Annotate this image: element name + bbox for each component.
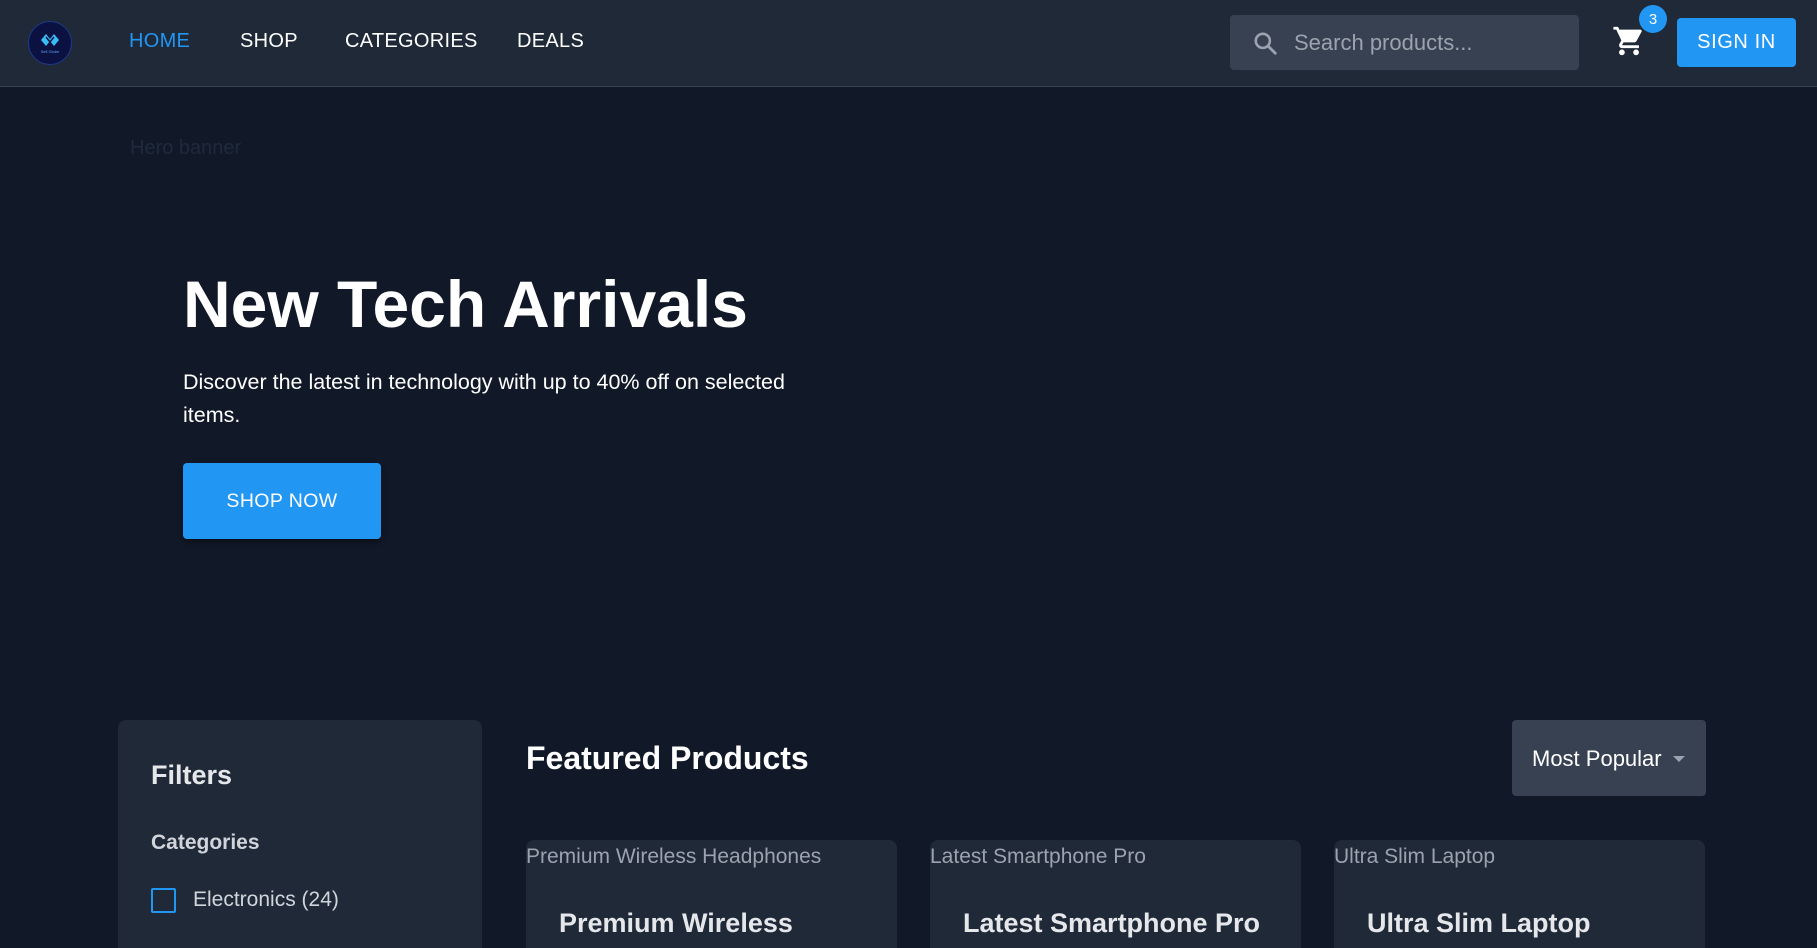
product-image-alt-text: Ultra Slim Laptop	[1334, 845, 1496, 868]
filter-category-electronics[interactable]: Electronics (24)	[151, 886, 339, 914]
nav-deals-link[interactable]: DEALS	[517, 30, 584, 53]
cart-count-badge: 3	[1639, 5, 1667, 33]
cart-button[interactable]	[1612, 24, 1646, 58]
brand-logo[interactable]: Sell Globe	[28, 21, 72, 65]
product-title: Premium Wireless	[559, 908, 793, 938]
product-card[interactable]: Premium Wireless Headphones Premium Wire…	[526, 840, 897, 948]
sort-selected-value: Most Popular	[1532, 746, 1662, 771]
featured-products-heading: Featured Products	[526, 740, 809, 776]
product-image-alt-text: Premium Wireless Headphones	[526, 845, 822, 868]
product-image-alt-text: Latest Smartphone Pro	[930, 845, 1146, 868]
hero-image-alt-text: Hero banner	[130, 137, 242, 159]
hero-title: New Tech Arrivals	[183, 267, 748, 341]
caret-down-icon	[1673, 756, 1685, 762]
shop-now-button[interactable]: SHOP NOW	[183, 463, 381, 539]
logo-text: Sell Globe	[40, 49, 60, 54]
categories-heading: Categories	[151, 831, 260, 854]
search-input[interactable]	[1294, 15, 1564, 70]
search-icon	[1254, 32, 1277, 55]
nav-categories-link[interactable]: CATEGORIES	[345, 30, 478, 53]
product-title: Ultra Slim Laptop	[1367, 908, 1591, 938]
product-title: Latest Smartphone Pro	[963, 908, 1261, 938]
checkbox[interactable]	[151, 887, 176, 913]
product-card[interactable]: Ultra Slim Laptop Ultra Slim Laptop	[1334, 840, 1705, 948]
filters-title: Filters	[151, 760, 233, 790]
hero-subtitle: Discover the latest in technology with u…	[183, 370, 785, 427]
sign-in-button[interactable]: SIGN IN	[1677, 18, 1796, 67]
product-card[interactable]: Latest Smartphone Pro Latest Smartphone …	[930, 840, 1301, 948]
top-navbar: Sell Globe HOME SHOP CATEGORIES DEALS 3 …	[0, 0, 1817, 87]
search-box	[1230, 15, 1579, 70]
filter-category-label: Electronics (24)	[193, 888, 339, 911]
nav-shop-link[interactable]: SHOP	[240, 30, 298, 53]
nav-home-link[interactable]: HOME	[129, 30, 190, 53]
logo-mark-icon	[41, 34, 59, 46]
filters-panel: Filters Categories Electronics (24)	[118, 720, 482, 948]
shopping-cart-icon	[1613, 26, 1642, 56]
sort-select[interactable]: Most Popular	[1512, 720, 1706, 796]
